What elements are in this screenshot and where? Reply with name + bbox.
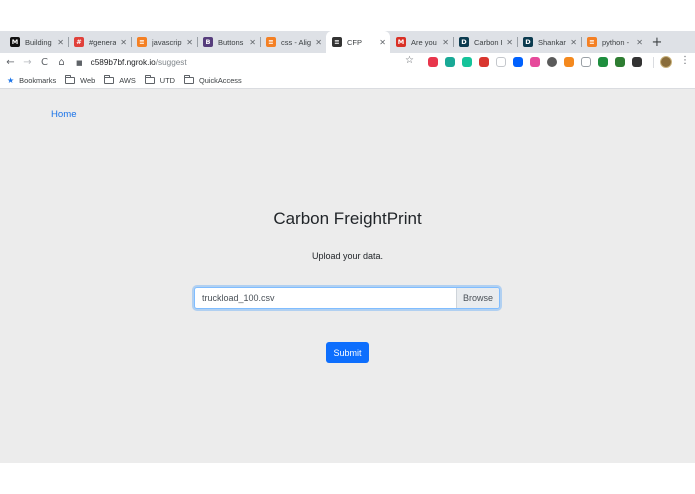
home-link[interactable]: Home [51,109,77,120]
browse-button[interactable]: Browse [456,288,499,308]
stackoverflow-icon: ≡ [266,37,276,47]
file-name-value[interactable]: truckload_100.csv [195,288,456,308]
back-button[interactable]: ← [4,55,17,70]
tab-title: Building [25,37,52,47]
tab-close-icon[interactable]: ✕ [506,38,513,47]
tab-close-icon[interactable]: ✕ [57,38,64,47]
tab-title: python - [602,37,630,47]
browser-tab[interactable]: M Are you p ✕ [390,31,453,53]
ngrok-icon: ≡ [332,37,342,47]
d-icon: D [523,37,533,47]
page-title: Carbon FreightPrint [273,209,422,228]
ext-gray-icon[interactable] [496,57,506,67]
new-tab-button[interactable]: + [647,31,667,53]
tab-close-icon[interactable]: ✕ [315,38,322,47]
browser-tab[interactable]: ≡ css - Alig ✕ [260,31,326,53]
browser-tab[interactable]: ≡ javascript ✕ [131,31,197,53]
bookmark-label: Bookmarks [19,75,57,85]
bookmark-item[interactable]: AWS [104,74,136,85]
star-icon: ★ [7,75,15,85]
ext-grammarly-icon[interactable] [462,57,472,67]
tab-close-icon[interactable]: ✕ [570,38,577,47]
tab-title: #general [89,37,117,47]
ext-red-icon[interactable] [479,57,489,67]
ext-vue-icon[interactable] [615,57,625,67]
bookmark-item[interactable]: ★ Bookmarks [7,76,56,85]
browser-tab[interactable]: D Shankara ✕ [517,31,581,53]
url-host: c589b7bf.ngrok.io [90,58,156,67]
browser-tab[interactable]: ≡ python - ✕ [581,31,647,53]
chrome-menu-icon[interactable]: ⋮ [680,55,690,66]
tab-title: CFP [347,37,362,47]
tab-close-icon[interactable]: ✕ [379,38,386,47]
tab-close-icon[interactable]: ✕ [120,38,127,47]
slack-icon: # [74,37,84,47]
tab-close-icon[interactable]: ✕ [442,38,449,47]
reload-button[interactable]: C [38,55,51,70]
tab-title: css - Alig [281,37,312,47]
lock-icon: ■ [76,58,83,67]
tab-close-icon[interactable]: ✕ [636,38,643,47]
ext-dropbox-icon[interactable] [513,57,523,67]
browser-tab[interactable]: # #general ✕ [68,31,131,53]
d-icon: D [459,37,469,47]
ext-notion-icon[interactable] [632,57,642,67]
folder-icon [183,74,194,84]
medium-icon: M [10,37,20,47]
tab-close-icon[interactable]: ✕ [186,38,193,47]
bookmark-label: UTD [159,75,175,85]
browser-tab[interactable]: M Building ✕ [4,31,68,53]
ext-pink-icon[interactable] [530,57,540,67]
page-content: Home Carbon FreightPrint Upload your dat… [0,89,695,463]
stackoverflow-icon: ≡ [137,37,147,47]
ext-teal-icon[interactable] [445,57,455,67]
browser-tab[interactable]: D Carbon F ✕ [453,31,517,53]
bookmark-item[interactable]: QuickAccess [183,74,242,85]
ext-dark-icon[interactable] [547,57,557,67]
ext-outline-icon[interactable] [581,57,591,67]
url-path: /suggest [155,58,187,67]
tab-title: Are you p [411,37,438,47]
forward-button[interactable]: → [21,55,34,70]
folder-icon [65,74,76,84]
browser-tab[interactable]: ≡ CFP ✕ [326,31,390,53]
home-button[interactable]: ⌂ [55,55,68,70]
tab-strip: M Building ✕ # #general ✕ ≡ javascript ✕ B Buttons… [0,31,695,53]
tab-title: javascript [152,37,183,47]
top-blank-area [0,0,695,31]
ext-orange-icon[interactable] [564,57,574,67]
profile-avatar[interactable] [660,56,672,68]
bookmark-label: Web [80,75,96,85]
bottom-blank-area [0,463,695,494]
bookmark-label: AWS [119,75,136,85]
bookmarks-bar: ★ Bookmarks Web AWS UTD QuickAccess [0,72,695,89]
bookmark-star-icon[interactable]: ☆ [405,55,414,66]
page-subtitle: Upload your data. [311,251,384,261]
tab-close-icon[interactable]: ✕ [249,38,256,47]
tab-title: Shankara [538,37,566,47]
toolbar-divider [653,57,654,68]
gmail-icon: M [396,37,406,47]
tab-title: Buttons [218,37,244,47]
ext-green-icon[interactable] [598,57,608,67]
browser-toolbar: ← → C ⌂ ■ c589b7bf.ngrok.io/suggest ☆ ⋮ [0,53,695,72]
ext-pocket-icon[interactable] [428,57,438,67]
stackoverflow-icon: ≡ [587,37,597,47]
bookmark-item[interactable]: Web [65,74,96,85]
submit-button[interactable]: Submit [326,342,369,363]
address-bar[interactable]: ■ c589b7bf.ngrok.io/suggest [76,55,412,70]
tab-title: Carbon F [474,37,503,47]
folder-icon [104,74,115,84]
folder-icon [144,74,155,84]
bootstrap-icon: B [203,37,213,47]
file-upload-input[interactable]: truckload_100.csv Browse [194,287,500,309]
browser-tab[interactable]: B Buttons ✕ [197,31,260,53]
bookmark-item[interactable]: UTD [144,74,175,85]
bookmark-label: QuickAccess [198,75,242,85]
